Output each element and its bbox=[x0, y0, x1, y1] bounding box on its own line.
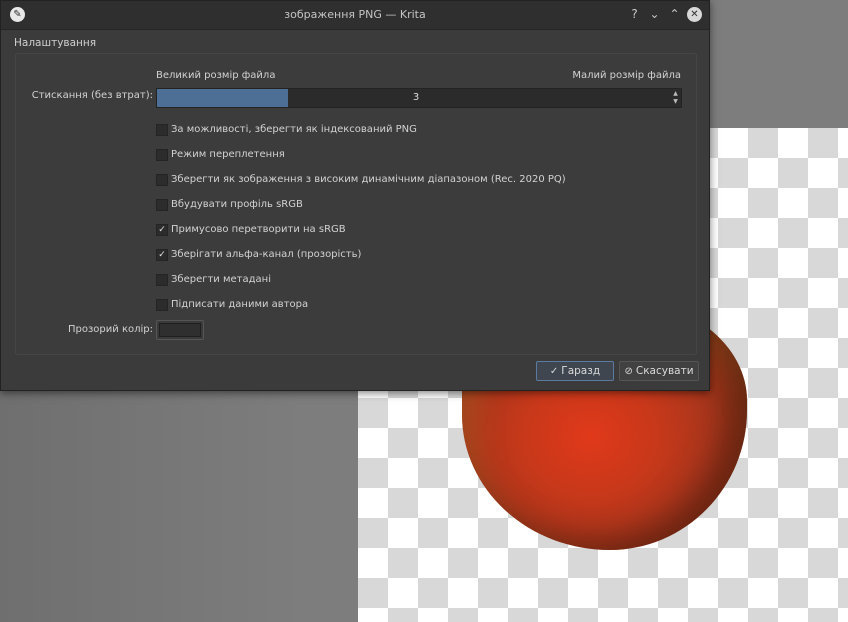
cancel-icon: ⊘ bbox=[624, 366, 633, 377]
color-swatch bbox=[159, 323, 201, 337]
compression-label: Стискання (без втрат): bbox=[31, 90, 153, 101]
checkbox-unchecked-icon[interactable] bbox=[156, 174, 168, 186]
close-button[interactable]: ✕ bbox=[687, 7, 702, 22]
help-button[interactable]: ? bbox=[627, 7, 642, 22]
option-label: Зберігати альфа-канал (прозорість) bbox=[171, 249, 362, 260]
minimize-button[interactable]: ⌄ bbox=[647, 7, 662, 22]
png-export-dialog: ✎ зображення PNG — Krita ? ⌄ ⌃ ✕ Налашту… bbox=[0, 0, 710, 391]
window-title: зображення PNG — Krita bbox=[284, 8, 426, 21]
option-label: Зберегти як зображення з високим динаміч… bbox=[171, 174, 566, 185]
option-label: Примусово перетворити на sRGB bbox=[171, 224, 346, 235]
spin-arrows-icon[interactable]: ▲ ▼ bbox=[671, 90, 680, 106]
option-label: Вбудувати профіль sRGB bbox=[171, 199, 303, 210]
cancel-button[interactable]: ⊘ Скасувати bbox=[619, 361, 699, 381]
settings-group-title: Налаштування bbox=[14, 37, 97, 49]
option-checkbox-row[interactable]: Вбудувати профіль sRGB bbox=[156, 198, 303, 212]
transparent-color-button[interactable] bbox=[156, 320, 204, 340]
option-label: За можливості, зберегти як індексований … bbox=[171, 124, 417, 135]
small-file-size-hint: Малий розмір файла bbox=[572, 70, 681, 81]
cancel-button-label: Скасувати bbox=[635, 365, 694, 377]
option-checkbox-row[interactable]: За можливості, зберегти як індексований … bbox=[156, 123, 417, 137]
checkbox-checked-icon[interactable]: ✓ bbox=[156, 249, 168, 261]
option-checkbox-row[interactable]: Зберегти як зображення з високим динаміч… bbox=[156, 173, 566, 187]
option-label: Підписати даними автора bbox=[171, 299, 309, 310]
compression-value: 3 bbox=[412, 92, 420, 103]
option-checkbox-row[interactable]: Підписати даними автора bbox=[156, 298, 308, 312]
checkbox-unchecked-icon[interactable] bbox=[156, 299, 168, 311]
ok-button[interactable]: ✓ Гаразд bbox=[536, 361, 614, 381]
checkbox-unchecked-icon[interactable] bbox=[156, 274, 168, 286]
option-checkbox-row[interactable]: Режим переплетення bbox=[156, 148, 285, 162]
checkbox-unchecked-icon[interactable] bbox=[156, 199, 168, 211]
checkmark-icon: ✓ bbox=[549, 366, 559, 377]
compression-slider[interactable]: 3 ▲ ▼ bbox=[156, 88, 682, 108]
ok-button-label: Гаразд bbox=[561, 365, 601, 377]
transparent-color-label: Прозорий колір: bbox=[68, 324, 153, 335]
checkbox-unchecked-icon[interactable] bbox=[156, 124, 168, 136]
option-label: Режим переплетення bbox=[171, 149, 285, 160]
option-label: Зберегти метадані bbox=[171, 274, 271, 285]
option-checkbox-row[interactable]: Зберегти метадані bbox=[156, 273, 271, 287]
maximize-button[interactable]: ⌃ bbox=[667, 7, 682, 22]
option-checkbox-row[interactable]: ✓ Примусово перетворити на sRGB bbox=[156, 223, 346, 237]
title-bar: ✎ зображення PNG — Krita ? ⌄ ⌃ ✕ bbox=[1, 1, 709, 30]
checkbox-unchecked-icon[interactable] bbox=[156, 149, 168, 161]
option-checkbox-row[interactable]: ✓ Зберігати альфа-канал (прозорість) bbox=[156, 248, 361, 262]
large-file-size-hint: Великий розмір файла bbox=[156, 70, 276, 81]
checkbox-checked-icon[interactable]: ✓ bbox=[156, 224, 168, 236]
